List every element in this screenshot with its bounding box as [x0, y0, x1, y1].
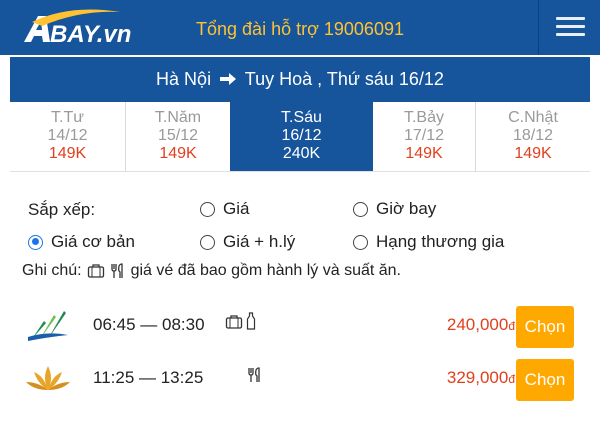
meal-icon	[110, 263, 123, 278]
sort-option-flight-time[interactable]: Giờ bay	[353, 199, 436, 219]
date-tab-18-12[interactable]: C.Nhật 18/12 149K	[475, 102, 590, 172]
date-tab-14-12[interactable]: T.Tư 14/12 149K	[10, 102, 125, 172]
date-tab-day: C.Nhật	[508, 109, 558, 126]
date-tab-price: 149K	[159, 145, 197, 162]
sort-option-label: Giá cơ bản	[51, 232, 135, 251]
hotline-text[interactable]: Tổng đài hỗ trợ 19006091	[0, 0, 600, 55]
date-tab-day: T.Năm	[154, 109, 202, 126]
date-tab-date: 17/12	[403, 127, 445, 144]
sort-option-label: Giá + h.lý	[223, 232, 296, 251]
sort-option-business-class[interactable]: Hạng thương gia	[353, 232, 504, 252]
route-header: Hà Nội Tuy Hoà , Thứ sáu 16/12	[10, 57, 590, 102]
date-tab-16-12[interactable]: T.Sáu 16/12 240K	[230, 102, 373, 172]
date-tab-date: 16/12	[281, 127, 322, 144]
menu-button[interactable]	[538, 0, 600, 55]
note-text: giá vé đã bao gồm hành lý và suất ăn.	[130, 262, 401, 279]
sort-label: Sắp xếp:	[28, 200, 96, 219]
luggage-icon	[225, 315, 243, 329]
choose-button[interactable]: Chọn	[516, 306, 574, 348]
top-bar: BAY.vn Tổng đài hỗ trợ 19006091	[0, 0, 600, 55]
luggage-icon	[87, 264, 104, 278]
flight-price-value: 329,000	[446, 368, 509, 387]
date-tab-price: 149K	[405, 145, 443, 162]
hamburger-icon	[556, 17, 585, 20]
sort-option-price-luggage[interactable]: Giá + h.lý	[200, 232, 295, 252]
flight-time: 06:45 — 08:30	[93, 315, 205, 334]
date-selector: T.Tư 14/12 149K T.Năm 15/12 149K T.Sáu 1…	[10, 102, 590, 172]
sort-option-price[interactable]: Giá	[200, 199, 249, 219]
choose-button[interactable]: Chọn	[516, 359, 574, 401]
date-tab-date: 15/12	[157, 127, 199, 144]
results-panel: Sắp xếp: Giá Giờ bay Giá cơ bản Giá + h.…	[10, 172, 590, 422]
bamboo-airways-logo	[28, 311, 68, 341]
note-line: Ghi chú: giá vé đã bao gồm hành lý và su…	[22, 262, 401, 280]
radio-button[interactable]	[200, 201, 215, 217]
date-tab-date: 14/12	[47, 127, 88, 144]
sort-option-base-price[interactable]: Giá cơ bản	[28, 232, 135, 252]
hamburger-icon-line	[556, 25, 585, 28]
arrow-right-icon	[220, 73, 237, 85]
route-destination: Tuy Hoà , Thứ sáu 16/12	[244, 69, 444, 89]
radio-button[interactable]	[353, 234, 368, 250]
date-tab-price: 240K	[282, 145, 321, 162]
date-tab-day: T.Bảy	[403, 109, 444, 126]
radio-button[interactable]	[353, 201, 368, 217]
route-origin: Hà Nội	[156, 69, 212, 89]
flight-row[interactable]: 11:25 — 13:25 329,000đ Chọn	[10, 352, 590, 408]
bottle-icon	[246, 312, 256, 330]
sort-option-label: Hạng thương gia	[376, 232, 505, 251]
meal-icon	[248, 367, 260, 382]
sort-option-label: Giá	[223, 199, 250, 218]
flight-price: 329,000đ	[447, 368, 515, 388]
date-tab-price: 149K	[48, 145, 87, 162]
note-prefix: Ghi chú:	[22, 262, 82, 279]
date-tab-15-12[interactable]: T.Năm 15/12 149K	[125, 102, 230, 172]
flight-price-value: 240,000	[446, 315, 509, 334]
radio-button[interactable]	[28, 234, 43, 250]
date-tab-day: T.Sáu	[281, 109, 322, 126]
hamburger-icon-line	[556, 33, 585, 36]
vietnam-airlines-logo	[26, 366, 70, 390]
date-tab-price: 149K	[514, 145, 552, 162]
sort-option-label: Giờ bay	[376, 199, 437, 218]
date-tab-day: T.Tư	[51, 109, 84, 126]
date-tab-date: 18/12	[512, 127, 554, 144]
flight-time: 11:25 — 13:25	[93, 368, 204, 387]
flight-price: 240,000đ	[447, 315, 515, 335]
flight-row[interactable]: 06:45 — 08:30 240,000đ Chọn	[10, 299, 590, 355]
currency-symbol: đ	[508, 372, 515, 386]
radio-button[interactable]	[200, 234, 215, 250]
currency-symbol: đ	[508, 319, 515, 333]
date-tab-17-12[interactable]: T.Bảy 17/12 149K	[373, 102, 475, 172]
